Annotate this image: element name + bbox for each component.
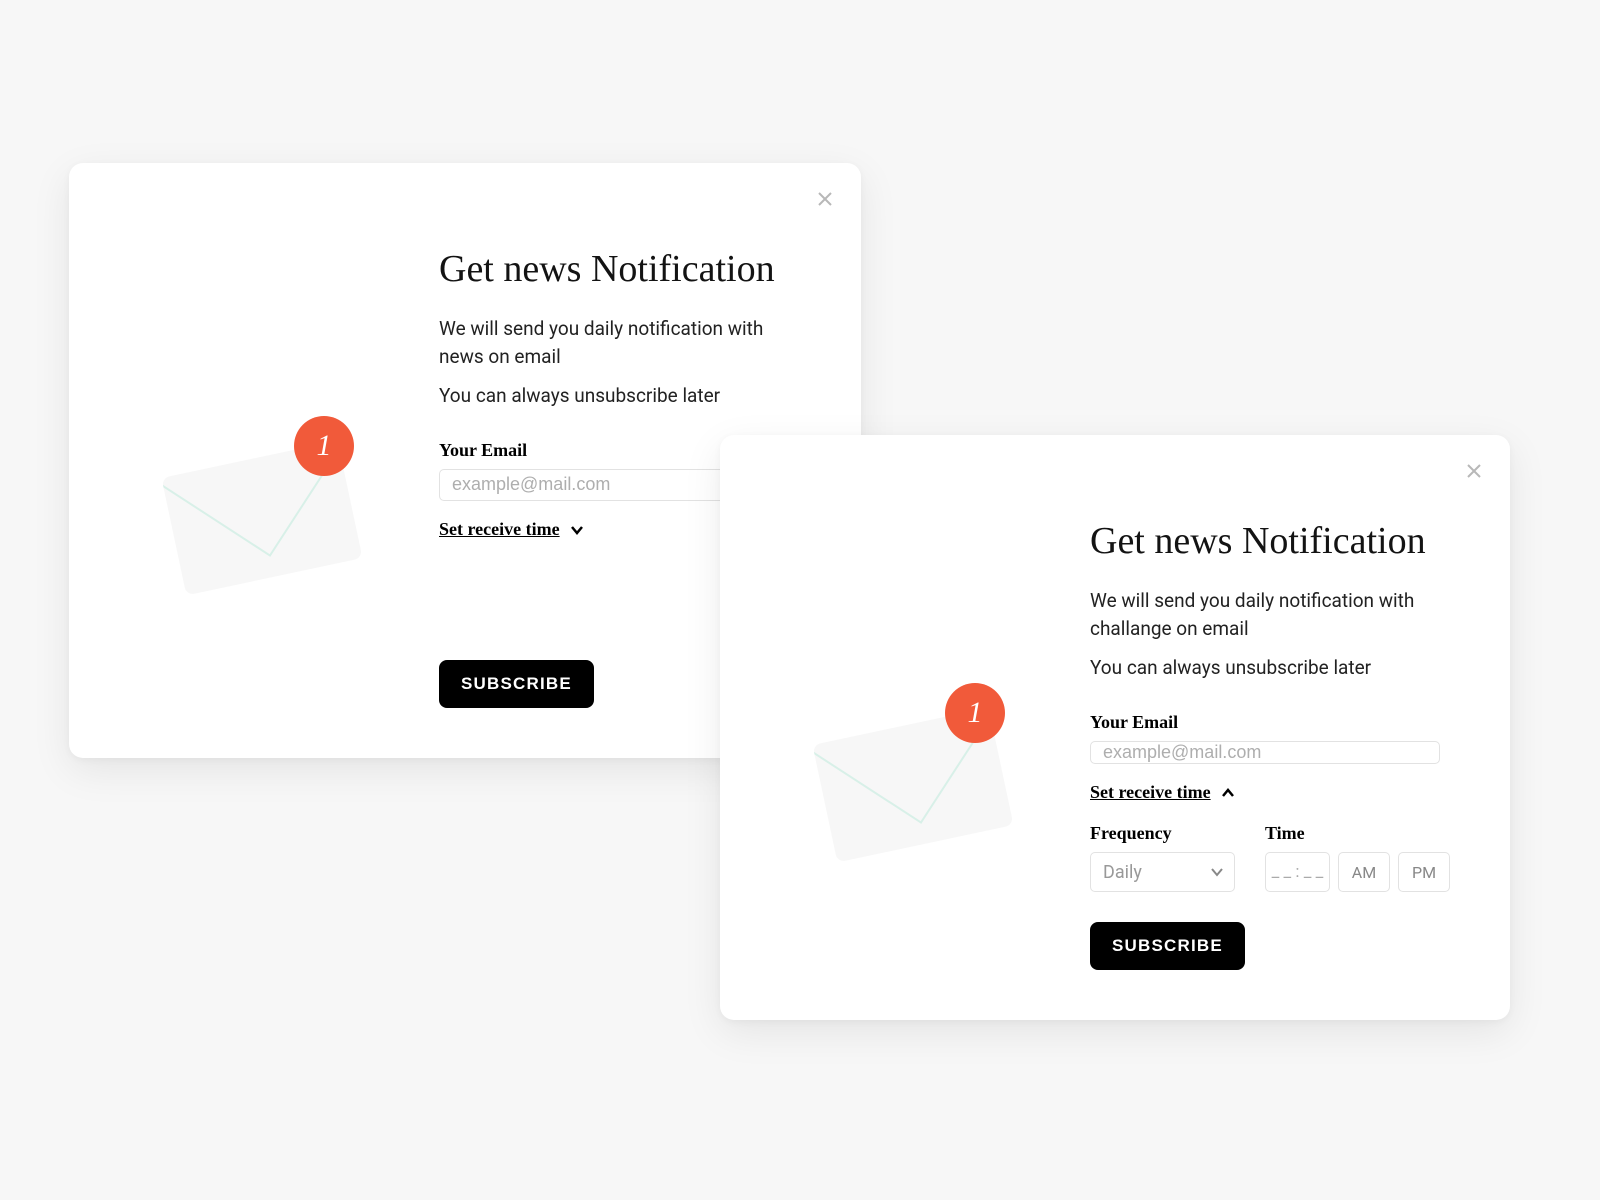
- notification-badge: 1: [294, 416, 354, 476]
- am-button[interactable]: AM: [1338, 852, 1390, 892]
- illustration: 1: [119, 207, 419, 708]
- frequency-value: Daily: [1103, 862, 1142, 883]
- subscribe-button[interactable]: SUBSCRIBE: [439, 660, 594, 708]
- frequency-select[interactable]: Daily: [1090, 852, 1235, 892]
- toggle-label: Set receive time: [439, 519, 560, 540]
- set-receive-time-toggle[interactable]: Set receive time: [1090, 782, 1460, 803]
- modal-title: Get news Notification: [1090, 519, 1460, 563]
- modal-description-1: We will send you daily notification with…: [439, 315, 779, 370]
- chevron-down-icon: [1210, 865, 1224, 879]
- notification-badge: 1: [945, 683, 1005, 743]
- chevron-up-icon: [1221, 786, 1235, 800]
- close-button[interactable]: [813, 187, 837, 211]
- notification-modal-expanded: 1 Get news Notification We will send you…: [720, 435, 1510, 1020]
- close-button[interactable]: [1462, 459, 1486, 483]
- time-input[interactable]: _ _ : _ _: [1265, 852, 1330, 892]
- close-icon: [1466, 463, 1482, 479]
- time-label: Time: [1265, 823, 1450, 844]
- modal-description-2: You can always unsubscribe later: [439, 382, 779, 410]
- illustration: 1: [770, 479, 1070, 970]
- subscribe-button[interactable]: SUBSCRIBE: [1090, 922, 1245, 970]
- toggle-label: Set receive time: [1090, 782, 1211, 803]
- frequency-label: Frequency: [1090, 823, 1235, 844]
- chevron-down-icon: [570, 523, 584, 537]
- email-input[interactable]: [1090, 741, 1440, 764]
- modal-description-1: We will send you daily notification with…: [1090, 587, 1430, 642]
- close-icon: [817, 191, 833, 207]
- modal-description-2: You can always unsubscribe later: [1090, 654, 1430, 682]
- pm-button[interactable]: PM: [1398, 852, 1450, 892]
- email-label: Your Email: [1090, 712, 1460, 733]
- modal-title: Get news Notification: [439, 247, 811, 291]
